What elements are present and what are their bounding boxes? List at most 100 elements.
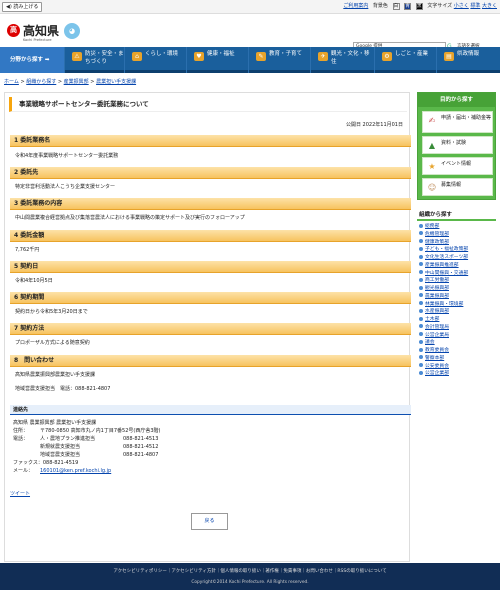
nav-item-health[interactable]: ♥ 健康・福祉 xyxy=(186,47,248,73)
org-list-item[interactable]: 農業振興部 xyxy=(419,293,496,301)
org-list-item[interactable]: 教育委員会 xyxy=(419,347,496,355)
contact-box: 連絡先 高知県 農業振興部 農業担い手支援課 住所： 〒780-0850 高知市… xyxy=(10,405,411,523)
tweet-link[interactable]: ツイート xyxy=(10,491,30,498)
org-link[interactable]: 観光振興部 xyxy=(425,286,449,291)
org-list-item[interactable]: 健康政策部 xyxy=(419,239,496,247)
font-large-link[interactable]: 大きく xyxy=(482,3,497,9)
font-normal-link[interactable]: 標準 xyxy=(470,3,480,9)
purpose-materials-button[interactable]: ▲ 資料・試験 xyxy=(422,136,493,154)
phone-unit: 地域営農支援担当 xyxy=(40,452,81,458)
org-list-item[interactable]: 危機管理部 xyxy=(419,231,496,239)
bullet-icon xyxy=(419,339,423,344)
site-logo-sub: Kochi Prefecture xyxy=(23,38,52,42)
org-list-item[interactable]: 中山間振興・交通部 xyxy=(419,270,496,278)
back-button[interactable]: 戻る xyxy=(191,513,228,530)
org-link[interactable]: 商工労働部 xyxy=(425,278,449,283)
org-link[interactable]: 警察本部 xyxy=(425,356,444,361)
section-value: プロポーザル方式による随意契約 xyxy=(15,340,90,346)
purpose-title: 目的から探す xyxy=(418,93,495,107)
nav-item-government[interactable]: ▤ 県政情報 xyxy=(436,47,500,73)
purpose-events-button[interactable]: ★ イベント情報 xyxy=(422,157,493,175)
org-link[interactable]: 農業振興部 xyxy=(425,294,449,299)
page-title: 事業戦略サポートセンター委託業務について xyxy=(9,97,407,112)
font-small-link[interactable]: 小さく xyxy=(454,3,469,9)
phone-number: 088-821-4512 xyxy=(123,444,159,450)
org-link[interactable]: 林業振興・環境部 xyxy=(425,302,463,307)
org-link[interactable]: 水産振興部 xyxy=(425,309,449,314)
org-list-item[interactable]: 公営企業局 xyxy=(419,332,496,340)
org-link[interactable]: 公営企業部 xyxy=(425,371,449,376)
nav-item-living[interactable]: ⌂ くらし・環境 xyxy=(124,47,186,73)
org-link[interactable]: 文化生活スポーツ部 xyxy=(425,255,468,260)
org-list-item[interactable]: 公安委員会 xyxy=(419,363,496,371)
org-list-item[interactable]: 商工労働部 xyxy=(419,277,496,285)
pen-icon: ✍ xyxy=(428,116,436,125)
breadcrumb: ホーム > 組織から探す > 産業振興部 > 農業担い手支援課 xyxy=(4,79,136,86)
footer-links[interactable]: アクセシビリティポリシー｜アクセシビリティ方針｜個人情報の取り扱い｜著作権｜免責… xyxy=(0,569,500,575)
org-link[interactable]: 中山間振興・交通部 xyxy=(425,271,468,276)
org-list-item[interactable]: 公営企業部 xyxy=(419,370,496,378)
org-link[interactable]: 総務部 xyxy=(425,224,439,229)
bullet-icon xyxy=(419,363,423,367)
nav-item-disaster[interactable]: ⚠ 防災・安全・まちづくり xyxy=(64,47,124,73)
org-list-item[interactable]: 水産振興部 xyxy=(419,308,496,316)
org-list-item[interactable]: 土木部 xyxy=(419,316,496,324)
breadcrumb-section[interactable]: 農業担い手支援課 xyxy=(96,79,136,85)
breadcrumb-dept[interactable]: 産業振興部 xyxy=(64,79,89,85)
org-list-item[interactable]: 議会 xyxy=(419,339,496,347)
nav-item-education[interactable]: ✎ 教育・子育て xyxy=(248,47,310,73)
org-list-item[interactable]: 総務部 xyxy=(419,223,496,231)
purpose-applications-button[interactable]: ✍ 申請・届出・補助金等 xyxy=(422,111,493,133)
bg-white-button[interactable]: 白 xyxy=(392,3,400,10)
help-link[interactable]: ご利用案内 xyxy=(343,3,368,9)
org-link[interactable]: 健康政策部 xyxy=(425,240,449,245)
read-aloud-button[interactable]: ◀) 読み上げる xyxy=(2,2,43,12)
bullet-icon xyxy=(419,355,423,360)
org-list-item[interactable]: 観光振興部 xyxy=(419,285,496,293)
purpose-label: 資料・試験 xyxy=(441,140,467,146)
contact-phone-row: 新規就農支援担当 088-821-4512 xyxy=(13,443,160,451)
org-link[interactable]: 子ども・福祉政策部 xyxy=(425,247,468,252)
org-link[interactable]: 危機管理部 xyxy=(425,232,449,237)
org-list-item[interactable]: 産業振興推進部 xyxy=(419,262,496,270)
purpose-recruitment-button[interactable]: ☺ 募集情報 xyxy=(422,178,493,196)
org-list-item[interactable]: 文化生活スポーツ部 xyxy=(419,254,496,262)
org-link[interactable]: 教育委員会 xyxy=(425,348,449,353)
house-icon: ⌂ xyxy=(132,52,142,61)
nav-item-work[interactable]: ⚙ しごと・産業 xyxy=(374,47,436,73)
heart-icon: ♥ xyxy=(194,52,204,61)
category-search-button[interactable]: 分野から探す ➡ xyxy=(0,47,64,73)
bg-blue-button[interactable]: 青 xyxy=(404,3,412,10)
org-list-item[interactable]: 林業振興・環境部 xyxy=(419,301,496,309)
breadcrumb-home[interactable]: ホーム xyxy=(4,79,19,85)
address-label: 住所： xyxy=(13,428,29,434)
nav-item-label: 観光・文化・移住 xyxy=(331,51,370,65)
bullet-icon xyxy=(419,277,423,282)
org-link[interactable]: 会計管理局 xyxy=(425,325,449,330)
prefecture-emblem-icon[interactable]: 高 xyxy=(7,24,20,37)
org-link[interactable]: 公安委員会 xyxy=(425,364,449,369)
nav-item-tourism[interactable]: ✈ 観光・文化・移住 xyxy=(310,47,374,73)
org-link[interactable]: 議会 xyxy=(425,340,435,345)
section-heading: 1 委託業務名 xyxy=(10,135,411,147)
site-logo[interactable]: 高知県 xyxy=(23,23,59,39)
section-heading: 5 契約日 xyxy=(10,261,411,273)
global-nav: 分野から探す ➡ ⚠ 防災・安全・まちづくり ⌂ くらし・環境 ♥ 健康・福祉 … xyxy=(0,47,500,73)
org-list-item[interactable]: 警察本部 xyxy=(419,355,496,363)
mail-label: メール： xyxy=(13,468,34,474)
bullet-icon xyxy=(419,301,423,305)
breadcrumb-org[interactable]: 組織から探す xyxy=(26,79,56,85)
bullet-icon xyxy=(419,246,423,251)
pencil-icon: ✎ xyxy=(256,52,266,61)
org-link[interactable]: 土木部 xyxy=(425,317,439,322)
bg-black-button[interactable]: 黒 xyxy=(415,3,423,10)
section-heading: 6 契約期間 xyxy=(10,292,411,304)
org-link[interactable]: 公営企業局 xyxy=(425,333,449,338)
org-link[interactable]: 産業振興推進部 xyxy=(425,263,459,268)
org-list-item[interactable]: 子ども・福祉政策部 xyxy=(419,246,496,254)
org-list-item[interactable]: 会計管理局 xyxy=(419,324,496,332)
bullet-icon xyxy=(419,239,423,243)
mail-link[interactable]: 160101@ken.pref.kochi.lg.jp xyxy=(40,467,111,475)
section-value: 中山間農業複合経営拠点及び集落営農法人における事業戦略の策定サポート及び実行のフ… xyxy=(15,215,245,221)
nav-item-label: しごと・産業 xyxy=(395,51,429,57)
